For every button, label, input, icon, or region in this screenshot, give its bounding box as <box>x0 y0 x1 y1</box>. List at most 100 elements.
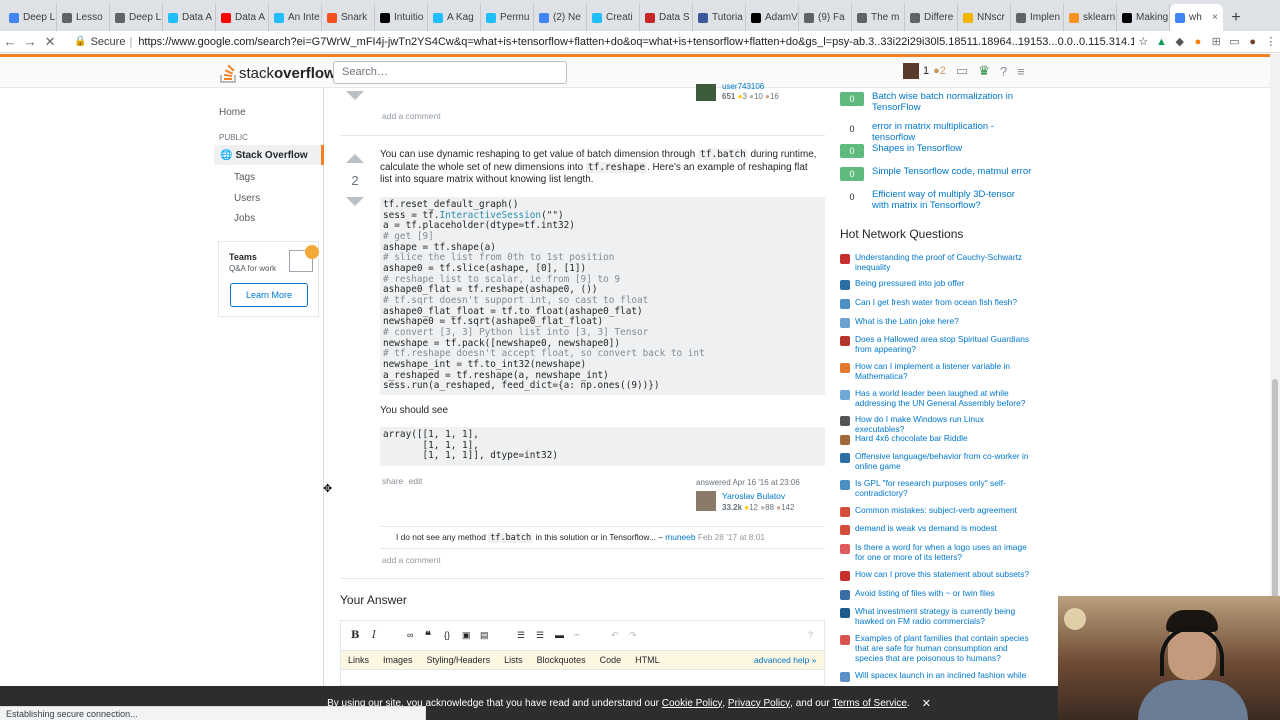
hnq-title-link[interactable]: Common mistakes: subject-verb agreement <box>855 505 1035 516</box>
browser-tab[interactable]: (9) Fa <box>799 4 852 31</box>
link-icon[interactable]: ∞ <box>407 630 413 640</box>
browser-tab[interactable]: AdamV <box>746 4 799 31</box>
hnq-title-link[interactable]: Is there a word for when a logo uses an … <box>855 542 1035 563</box>
profile-avatar[interactable]: ● <box>1244 36 1262 48</box>
browser-tab[interactable]: Deep L <box>110 4 163 31</box>
achievements-icon[interactable]: ♛ <box>978 63 990 79</box>
browser-tab[interactable]: Creati <box>587 4 640 31</box>
related-question-title[interactable]: Shapes in Tensorflow <box>872 143 1032 155</box>
upvote-icon[interactable] <box>346 154 364 163</box>
help-tab[interactable]: Styling/Headers <box>427 655 491 665</box>
browser-tab[interactable]: Data A <box>163 4 216 31</box>
share-link[interactable]: share <box>382 476 403 486</box>
hnq-item[interactable]: demand is weak vs demand is modest <box>840 523 1035 535</box>
author-name[interactable]: Yaroslav Bulatov <box>722 491 785 501</box>
nav-users[interactable]: Users <box>234 193 260 204</box>
comment-user[interactable]: muneeb <box>665 532 695 542</box>
hnq-item[interactable]: Can I get fresh water from ocean fish fl… <box>840 297 1035 309</box>
browser-tab[interactable]: Snark <box>322 4 375 31</box>
help-circle-icon[interactable]: ? <box>808 630 813 640</box>
hnq-item[interactable]: Common mistakes: subject-verb agreement <box>840 505 1035 517</box>
extension-icon-3[interactable]: ⊞ <box>1207 35 1225 48</box>
add-comment-link[interactable]: add a comment <box>382 555 441 565</box>
hnq-title-link[interactable]: Will spacex launch in an inclined fashio… <box>855 670 1035 681</box>
browser-tab[interactable]: Implen <box>1011 4 1064 31</box>
author-avatar[interactable] <box>696 491 716 511</box>
browser-tab[interactable]: Data A <box>216 4 269 31</box>
related-question[interactable]: 0 Simple Tensorflow code, matmul error <box>840 166 1040 181</box>
drive-icon[interactable]: ▲ <box>1152 36 1170 48</box>
browser-tab[interactable]: wh × <box>1170 4 1223 31</box>
browser-tab[interactable]: Permu <box>481 4 534 31</box>
extension-icon-2[interactable]: ● <box>1189 36 1207 48</box>
hnq-title-link[interactable]: Can I get fresh water from ocean fish fl… <box>855 297 1035 308</box>
stackoverflow-logo[interactable]: stack overflow <box>219 61 336 85</box>
hnq-item[interactable]: What is the Latin joke here? <box>840 316 1035 328</box>
inbox-icon[interactable]: ▭ <box>956 63 968 79</box>
hr-icon[interactable]: ┄ <box>574 630 579 641</box>
prev-downvote[interactable] <box>340 91 370 100</box>
downvote-icon[interactable] <box>346 197 364 206</box>
browser-tab[interactable]: Intuitio <box>375 4 428 31</box>
hnq-item[interactable]: How do I make Windows run Linux executab… <box>840 414 1035 435</box>
page-scrollbar[interactable] <box>1270 54 1280 634</box>
related-question-title[interactable]: Batch wise batch normalization in Tensor… <box>872 91 1032 113</box>
hnq-item[interactable]: Hard 4x6 chocolate bar Riddle <box>840 433 1035 445</box>
ordered-list-icon[interactable]: ☰ <box>517 630 525 641</box>
prev-add-comment[interactable]: add a comment <box>382 111 441 121</box>
star-icon[interactable]: ☆ <box>1134 35 1152 48</box>
hnq-title-link[interactable]: Does a Hallowed area stop Spiritual Guar… <box>855 334 1035 355</box>
hnq-item[interactable]: Being pressured into job offer <box>840 278 1035 290</box>
bold-icon[interactable]: B <box>351 630 359 641</box>
prev-user-name[interactable]: user743106 <box>722 82 764 91</box>
nav-tags[interactable]: Tags <box>234 172 255 183</box>
tab-close-icon[interactable]: × <box>1212 12 1218 23</box>
url-text[interactable]: https://www.google.com/search?ei=G7WrW_m… <box>138 36 1134 48</box>
browser-tab[interactable]: A Kag <box>428 4 481 31</box>
cookie-policy-link[interactable]: Cookie Policy <box>662 698 723 709</box>
extension-icon[interactable]: ◆ <box>1171 35 1189 48</box>
browser-tab[interactable]: An Inte <box>269 4 322 31</box>
related-question-title[interactable]: Efficient way of multiply 3D-tensor with… <box>872 189 1032 211</box>
nav-jobs[interactable]: Jobs <box>234 213 255 224</box>
help-tab[interactable]: Blockquotes <box>537 655 586 665</box>
browser-tab[interactable]: sklearn <box>1064 4 1117 31</box>
browser-tab[interactable]: NNscr <box>958 4 1011 31</box>
help-tab[interactable]: Links <box>348 655 369 665</box>
related-question[interactable]: 0 Shapes in Tensorflow <box>840 143 1040 158</box>
forward-icon[interactable]: → <box>20 34 40 49</box>
help-tab[interactable]: Lists <box>504 655 523 665</box>
site-switcher-icon[interactable]: ≡ <box>1017 64 1025 79</box>
redo-icon[interactable]: ↷ <box>629 630 637 641</box>
italic-icon[interactable]: I <box>372 630 376 641</box>
image-icon[interactable]: ▣ <box>462 630 471 641</box>
hnq-item[interactable]: Is GPL "for research purposes only" self… <box>840 478 1035 499</box>
prev-user-avatar[interactable] <box>696 84 716 101</box>
hnq-title-link[interactable]: What is the Latin joke here? <box>855 316 1035 327</box>
hnq-item[interactable]: Does a Hallowed area stop Spiritual Guar… <box>840 334 1035 355</box>
stop-icon[interactable]: ✕ <box>40 34 60 50</box>
browser-tab[interactable]: Making <box>1117 4 1170 31</box>
hnq-item[interactable]: Offensive language/behavior from co-work… <box>840 451 1035 472</box>
hnq-item[interactable]: Is there a word for when a logo uses an … <box>840 542 1035 563</box>
hnq-title-link[interactable]: Examples of plant families that contain … <box>855 633 1035 663</box>
browser-tab[interactable]: Lesso <box>57 4 110 31</box>
related-question[interactable]: 0 Efficient way of multiply 3D-tensor wit… <box>840 189 1040 210</box>
answer-textarea[interactable] <box>340 670 825 686</box>
back-icon[interactable]: ← <box>0 34 20 49</box>
hnq-title-link[interactable]: Has a world leader been laughed at while… <box>855 388 1035 409</box>
privacy-policy-link[interactable]: Privacy Policy <box>728 698 790 709</box>
help-icon[interactable]: ? <box>1000 64 1007 79</box>
bullet-list-icon[interactable]: ☰ <box>536 630 544 641</box>
cast-icon[interactable]: ▭ <box>1225 35 1243 48</box>
avatar[interactable] <box>903 63 919 79</box>
search-input[interactable]: Search… <box>333 61 567 84</box>
browser-tab[interactable]: The m <box>852 4 905 31</box>
related-question[interactable]: 0 Batch wise batch normalization in Tenso… <box>840 91 1040 112</box>
advanced-help-link[interactable]: advanced help » <box>754 655 816 665</box>
hnq-title-link[interactable]: What investment strategy is currently be… <box>855 606 1035 627</box>
nav-home[interactable]: Home <box>219 107 246 118</box>
hnq-title-link[interactable]: demand is weak vs demand is modest <box>855 523 1035 534</box>
hnq-title-link[interactable]: Being pressured into job offer <box>855 278 1035 289</box>
menu-icon[interactable]: ⋮ <box>1262 35 1280 48</box>
